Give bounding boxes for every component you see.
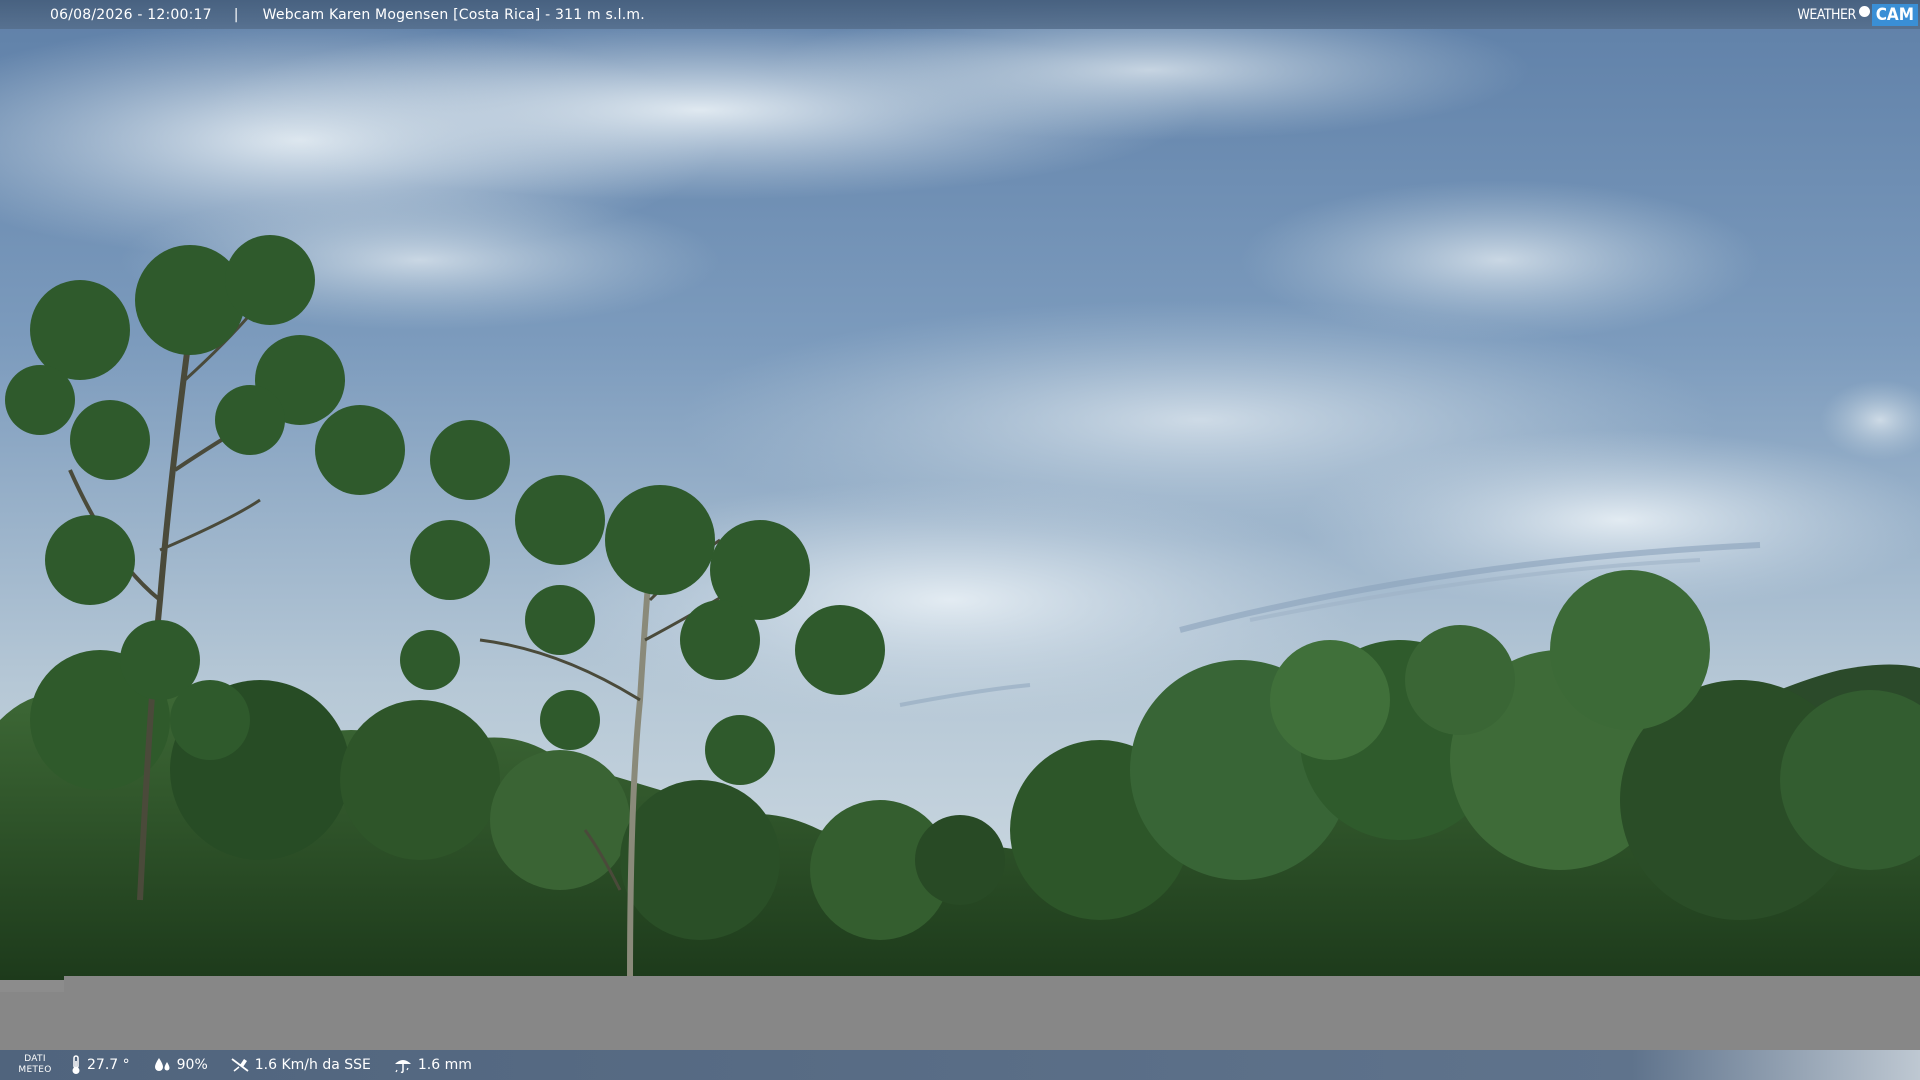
header-separator: | [233, 6, 239, 23]
grey-band-left [0, 992, 64, 1050]
brand-logo: WEATHER CAM [1797, 2, 1918, 27]
webcam-image [0, 0, 1920, 1080]
landscape-scene [0, 0, 1920, 981]
temperature-value: 27.7 ° [87, 1057, 130, 1073]
grey-band [64, 976, 1920, 1050]
thermometer-icon [72, 1055, 80, 1074]
rain-metric: 1.6 mm [393, 1056, 472, 1074]
humidity-value: 90% [176, 1057, 208, 1073]
brand-dot-icon [1858, 6, 1870, 17]
weather-label: DATI METEO [0, 1054, 70, 1076]
webcam-header: 06/08/2026 - 12:00:17 | Webcam Karen Mog… [0, 0, 1920, 29]
weather-data-bar: DATI METEO 27.7 ° 90% 1.6 Km/h da SSE 1.… [0, 1050, 1920, 1080]
weather-label-line1: DATI [24, 1054, 46, 1064]
weather-label-line2: METEO [18, 1065, 52, 1075]
brand-weather-text: WEATHER [1797, 6, 1856, 23]
temperature-metric: 27.7 ° [70, 1055, 130, 1075]
wind-value: 1.6 Km/h da SSE [254, 1057, 371, 1073]
rain-value: 1.6 mm [417, 1057, 472, 1073]
humidity-icon [154, 1058, 170, 1071]
brand-cam-text: CAM [1871, 3, 1918, 26]
wind-icon [231, 1058, 249, 1072]
webcam-title: Webcam Karen Mogensen [Costa Rica] - 311… [262, 6, 645, 23]
humidity-metric: 90% [152, 1056, 208, 1074]
timestamp: 06/08/2026 - 12:00:17 [50, 6, 212, 23]
rain-icon [394, 1060, 411, 1074]
webcam-frame: 06/08/2026 - 12:00:17 | Webcam Karen Mog… [0, 0, 1920, 1080]
wind-metric: 1.6 Km/h da SSE [230, 1056, 371, 1074]
